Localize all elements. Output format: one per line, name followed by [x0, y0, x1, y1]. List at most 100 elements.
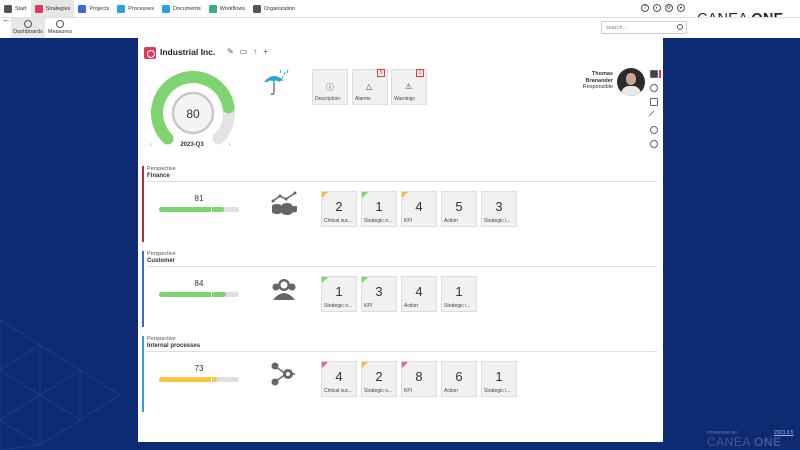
status-corner [402, 192, 408, 198]
avatar[interactable] [617, 68, 645, 96]
nav-item-documents[interactable]: Documents [158, 0, 205, 17]
responsible-role: Responsible [582, 84, 613, 90]
upload-icon[interactable]: ↑ [253, 47, 257, 56]
support-icon[interactable]: ◐ [653, 4, 661, 12]
version-link[interactable]: 2023.3.5 [774, 430, 793, 436]
measure-tile[interactable]: 5 Action [441, 191, 477, 227]
nav-item-organization[interactable]: Organization [249, 0, 299, 17]
archive-icon[interactable]: ▭ [240, 47, 248, 56]
measure-tile[interactable]: 4 KPI [401, 191, 437, 227]
info-tile-description[interactable]: ⓘ Description [312, 69, 348, 105]
top-right-tools: ? ◐ ⚙ ● [641, 4, 685, 12]
measure-label: Strategic o... [364, 388, 393, 394]
settings-gear-icon[interactable] [650, 140, 658, 148]
document-icon[interactable] [650, 98, 658, 106]
measure-tile[interactable]: 1 Strategic i... [481, 361, 517, 397]
measure-tile[interactable]: 1 Strategic o... [361, 191, 397, 227]
status-corner [322, 277, 328, 283]
nav-item-projects[interactable]: Projects [74, 0, 113, 17]
perspective-name[interactable]: Internal processes [147, 343, 200, 349]
measures-icon [56, 20, 64, 28]
measure-tile[interactable]: 2 Strategic o... [361, 361, 397, 397]
nav-item-workflows[interactable]: Workflows [205, 0, 249, 17]
dashboard-icon [24, 20, 32, 28]
perspective-color-bar [142, 336, 144, 412]
measure-tile[interactable]: 6 Action [441, 361, 477, 397]
perspective-name[interactable]: Customer [147, 258, 175, 264]
perspective-name[interactable]: Finance [147, 173, 170, 179]
active-marker [659, 70, 661, 78]
nav-item-label: Documents [172, 5, 201, 12]
nav-item-label: Projects [89, 5, 110, 12]
status-corner [322, 362, 328, 368]
strategies-icon [34, 4, 43, 13]
score-bar-fill [159, 292, 226, 297]
measure-label: Strategic o... [364, 218, 393, 224]
measure-count: 8 [415, 369, 423, 384]
perspective-finance: Perspective Finance 81 2 Critical suc... 1 Str… [142, 166, 658, 242]
measure-count: 1 [455, 284, 463, 299]
perspective-score: 84 [194, 279, 204, 288]
status-corner [402, 362, 408, 368]
next-period-arrow[interactable]: › [229, 142, 231, 148]
measure-tile[interactable]: 1 Strategic i... [441, 276, 477, 312]
nav-item-label: Processes [128, 5, 154, 12]
edit-icon[interactable]: ✎ [227, 47, 234, 56]
nav-item-strategies[interactable]: Strategies [30, 0, 75, 17]
nav-item-label: Organization [264, 5, 296, 12]
measure-count: 4 [415, 199, 423, 214]
measure-count: 3 [375, 284, 383, 299]
dashboard-view-icon[interactable] [650, 70, 658, 78]
tab-measures[interactable]: Measures [43, 18, 77, 38]
divider [147, 181, 657, 182]
status-corner [362, 192, 368, 198]
measure-label: Action [404, 303, 418, 309]
measure-count: 5 [455, 199, 463, 214]
nav-item-label: Workflows [219, 5, 246, 12]
help-icon[interactable]: ? [641, 4, 649, 12]
trend-icon[interactable] [648, 110, 660, 122]
status-corner [362, 362, 368, 368]
finance-icon [271, 191, 297, 215]
umbrella-icon [264, 69, 289, 95]
workflows-icon [208, 4, 217, 13]
measure-count: 3 [495, 199, 503, 214]
perspective-caption: Perspective [147, 251, 176, 257]
process-icon [271, 362, 295, 386]
add-icon[interactable]: + [263, 47, 268, 56]
tab-dashboards[interactable]: Dashboards [11, 18, 45, 38]
status-corner [362, 277, 368, 283]
measure-count: 1 [495, 369, 503, 384]
info-tile-warnings[interactable]: ⚠ Warnings 1 [391, 69, 427, 105]
perspective-color-bar [142, 251, 144, 327]
measure-tile[interactable]: 8 KPI [401, 361, 437, 397]
info-tile-alarms[interactable]: △ Alarms 5 [352, 69, 388, 105]
measure-label: Action [444, 218, 458, 224]
measure-tile[interactable]: 1 Strategic o... [321, 276, 357, 312]
organization-icon [144, 47, 156, 59]
page-title: Industrial Inc. [160, 47, 216, 57]
measure-tile[interactable]: 2 Critical suc... [321, 191, 357, 227]
dashboard-panel: Industrial Inc. ✎ ▭ ↑ + 80 ‹ 2023-Q3 › ⓘ… [138, 38, 663, 442]
search-input[interactable]: search... [601, 21, 687, 34]
measure-tile[interactable]: 3 KPI [361, 276, 397, 312]
back-arrow-icon[interactable]: ← [2, 14, 11, 24]
search-icon[interactable] [677, 24, 683, 30]
score-bar [159, 377, 239, 382]
nav-item-label: Strategies [45, 5, 71, 12]
measure-tile[interactable]: 4 Critical suc... [321, 361, 357, 397]
customer-icon [272, 279, 296, 300]
measure-count: 4 [415, 284, 423, 299]
measure-count: 6 [455, 369, 463, 384]
user-avatar-icon[interactable]: ● [677, 4, 685, 12]
settings-icon[interactable]: ⚙ [665, 4, 673, 12]
status-corner [322, 192, 328, 198]
score-bar-marker [211, 377, 212, 382]
info-icon: ⓘ [326, 83, 334, 92]
users-icon[interactable] [650, 126, 658, 134]
perspective-customer: Perspective Customer 84 1 Strategic o... 3 KPI… [142, 251, 658, 327]
measure-tile[interactable]: 3 Strategic i... [481, 191, 517, 227]
hierarchy-icon[interactable] [650, 84, 658, 92]
nav-item-processes[interactable]: Processes [113, 0, 158, 17]
measure-tile[interactable]: 4 Action [401, 276, 437, 312]
